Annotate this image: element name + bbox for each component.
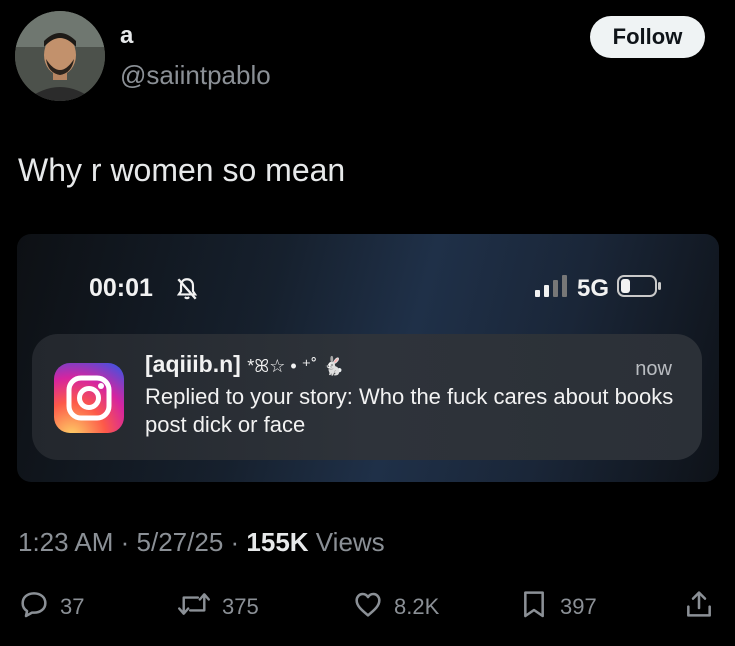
notification-time: now <box>635 358 672 380</box>
notification-sender: [aqiiib.n] *ꕤ☆ • ⁺˚ 🐇 <box>145 351 345 378</box>
share-icon <box>683 588 715 626</box>
follow-button[interactable]: Follow <box>590 16 705 58</box>
repost-button[interactable]: 375 <box>176 588 259 626</box>
bookmark-button[interactable]: 397 <box>518 588 597 626</box>
repost-icon <box>176 588 212 626</box>
bookmark-icon <box>518 588 550 626</box>
display-name[interactable]: a <box>120 22 133 50</box>
repost-count: 375 <box>222 594 259 619</box>
tweet-text: Why r women so mean <box>18 152 346 188</box>
bookmark-count: 397 <box>560 594 597 619</box>
like-count: 8.2K <box>394 594 440 619</box>
reply-count: 37 <box>60 594 85 619</box>
attached-screenshot[interactable]: 00:01 5G [aqiiib.n] *ꕤ☆ • ⁺˚ 🐇 now Repli… <box>17 234 719 482</box>
status-bar-time: 00:01 <box>89 274 153 302</box>
bell-slash-icon <box>174 276 200 307</box>
reply-button[interactable]: 37 <box>18 588 84 626</box>
action-bar: 37 375 8.2K 397 <box>0 588 735 628</box>
reply-icon <box>18 588 50 626</box>
sender-decoration: *ꕤ☆ • ⁺˚ 🐇 <box>247 356 345 376</box>
instagram-notification[interactable]: [aqiiib.n] *ꕤ☆ • ⁺˚ 🐇 now Replied to you… <box>32 334 702 460</box>
instagram-icon <box>54 363 124 433</box>
notification-body: Replied to your story: Who the fuck care… <box>145 384 674 437</box>
avatar[interactable] <box>15 11 105 101</box>
views-count: 155K <box>246 527 309 557</box>
meta-separator: · <box>230 527 247 557</box>
sender-name: [aqiiib.n] <box>145 351 241 377</box>
views-label: Views <box>315 527 385 557</box>
share-button[interactable] <box>683 588 715 626</box>
tweet-meta: 1:23 AM · 5/27/25 · 155K Views <box>18 527 385 558</box>
user-handle[interactable]: @saiintpablo <box>120 60 271 91</box>
heart-icon <box>352 588 384 626</box>
signal-icon <box>534 275 569 302</box>
like-button[interactable]: 8.2K <box>352 588 439 626</box>
tweet-time[interactable]: 1:23 AM <box>18 527 113 557</box>
network-type: 5G <box>576 274 609 302</box>
avatar-image <box>15 11 105 101</box>
meta-separator: · <box>120 527 137 557</box>
battery-icon <box>617 274 663 303</box>
tweet-date[interactable]: 5/27/25 <box>137 527 224 557</box>
